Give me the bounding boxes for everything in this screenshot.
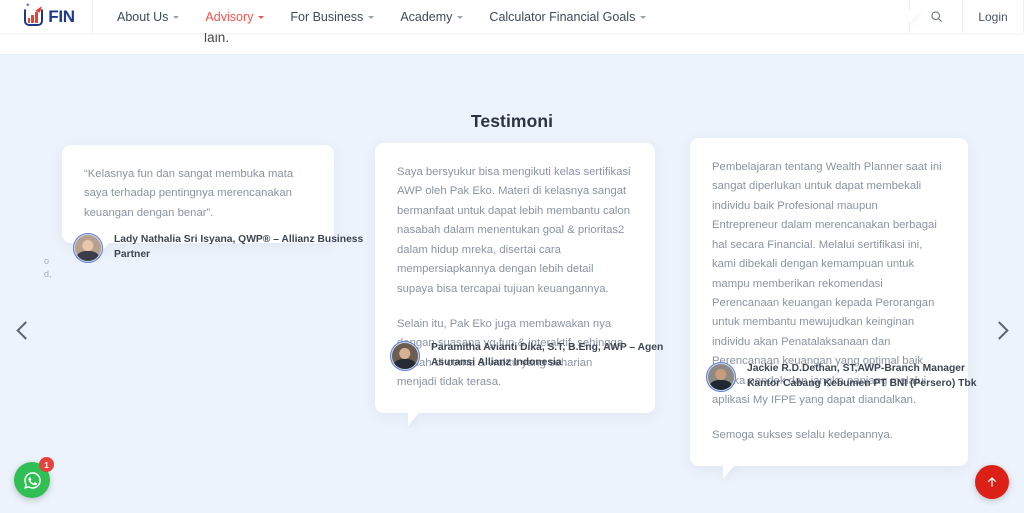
chevron-down-icon: [173, 15, 180, 19]
whatsapp-chat-button[interactable]: 1: [14, 457, 54, 498]
testimonial-text: Saya bersyukur bisa mengikuti kelas sert…: [375, 143, 655, 413]
author-name: Lady Nathalia Sri Isyana, QWP® – Allianz…: [114, 234, 364, 260]
testimonial-author: Jackie R.D.Dethan, ST,AWP-Branch Manager…: [706, 362, 997, 392]
nav-item-for-business[interactable]: For Business: [290, 9, 375, 24]
testimonial-author: Lady Nathalia Sri Isyana, QWP® – Allianz…: [73, 233, 364, 263]
avatar-lady-nathalia: [73, 233, 103, 263]
nav-label: Academy: [400, 9, 453, 24]
site-header: ✦ FIN About Us Advisory For Business Aca…: [0, 0, 1024, 33]
login-button[interactable]: Login: [963, 0, 1023, 33]
testimonial-paragraph: Saya bersyukur bisa mengikuti kelas sert…: [397, 166, 631, 295]
nav-item-academy[interactable]: Academy: [400, 9, 464, 24]
header-right-spacer: [909, 10, 969, 23]
nav-label: Advisory: [205, 9, 254, 24]
testimonial-text: “Kelasnya fun dan sangat membuka mata sa…: [62, 145, 334, 243]
avatar-paramitha-avianti: [390, 341, 420, 371]
chevron-down-icon: [258, 15, 265, 19]
scroll-to-top-button[interactable]: [975, 465, 1009, 499]
author-name: Paramitha Avianti Dika, S.T, B.Eng, AWP …: [431, 342, 664, 368]
chevron-down-icon: [368, 15, 375, 19]
page-root: lain. ✦ FIN About Us Advisory For Busine…: [0, 0, 1024, 513]
testimonial-card: Pembelajaran tentang Wealth Planner saat…: [690, 138, 968, 479]
nav-item-about-us[interactable]: About Us: [117, 9, 180, 24]
main-nav: About Us Advisory For Business Academy C…: [93, 10, 909, 24]
testimonial-card: Saya bersyukur bisa mengikuti kelas sert…: [375, 143, 655, 426]
speech-bubble-tail: [723, 465, 734, 479]
chevron-down-icon: [457, 15, 464, 19]
header-actions: Login: [909, 0, 1024, 33]
testimonial-section: Testimoni o d, “Kelasnya fun dan sangat m…: [0, 55, 1024, 513]
arrow-up-icon: [987, 477, 997, 487]
carousel-next-button[interactable]: [982, 310, 1016, 350]
chevron-down-icon: [640, 15, 647, 19]
logo-text: FIN: [48, 6, 75, 26]
avatar-jackie-dethan: [706, 362, 736, 392]
testimonial-author: Paramitha Avianti Dika, S.T, B.Eng, AWP …: [390, 341, 681, 371]
testimonial-card: “Kelasnya fun dan sangat membuka mata sa…: [62, 145, 334, 257]
logo-link[interactable]: ✦ FIN: [0, 0, 92, 33]
testimonial-paragraph: Semoga sukses selalu kedepannya.: [712, 429, 893, 442]
logo: ✦ FIN: [23, 3, 75, 28]
carousel-prev-button[interactable]: [8, 310, 42, 350]
whatsapp-icon: [23, 471, 41, 489]
author-name: Jackie R.D.Dethan, ST,AWP-Branch Manager…: [747, 363, 977, 389]
chevron-right-icon: [989, 320, 1009, 340]
speech-bubble-tail: [408, 412, 419, 426]
testimonial-text: Pembelajaran tentang Wealth Planner saat…: [690, 138, 968, 466]
testimonial-paragraph: “Kelasnya fun dan sangat membuka mata sa…: [84, 168, 294, 219]
nav-label: Calculator Financial Goals: [489, 9, 636, 24]
section-title: Testimoni: [470, 111, 554, 131]
nav-label: About Us: [117, 9, 169, 24]
bar-chart-logo-icon: ✦: [23, 3, 47, 28]
stray-glyphs: o d,: [44, 256, 52, 279]
whatsapp-badge: 1: [39, 457, 54, 472]
nav-item-calculator-financial-goals[interactable]: Calculator Financial Goals: [489, 9, 647, 24]
nav-label: For Business: [290, 9, 364, 24]
nav-item-advisory[interactable]: Advisory: [205, 9, 265, 24]
chevron-left-icon: [15, 320, 35, 340]
